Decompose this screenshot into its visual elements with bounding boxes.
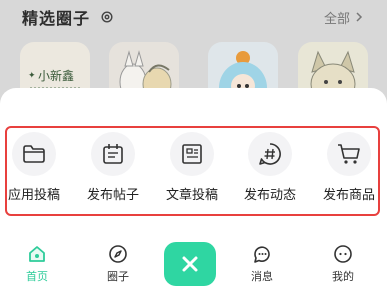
hashtag-icon [259,143,281,165]
action-icon-circle [248,132,292,176]
folder-icon [23,145,45,163]
action-label: 发布商品 [322,188,375,203]
nav-label: 我的 [332,270,354,283]
post-thread-button[interactable]: 发布帖子 [77,130,149,210]
nav-home[interactable]: 首页 [12,244,62,284]
profile-icon [334,245,352,263]
action-icon-circle [12,132,56,176]
nav-label: 消息 [251,270,273,283]
action-icon-circle [170,132,214,176]
home-icon [29,246,45,262]
calendar-icon [103,144,123,164]
action-label: 应用投稿 [7,188,60,203]
section-header: 精选圈子 [22,6,114,28]
section-title: 精选圈子 [22,9,91,28]
see-all-link: 全部 [324,6,365,28]
gear-icon [101,11,113,23]
action-label: 发布帖子 [86,188,139,203]
cart-icon [338,144,360,164]
see-all-label: 全部 [323,11,350,27]
close-icon [182,256,198,272]
close-sheet-button[interactable] [164,242,216,286]
article-icon [182,144,202,164]
chat-icon [254,246,270,263]
nav-label: 首页 [26,270,48,283]
chevron-right-icon [356,12,363,22]
post-product-button[interactable]: 发布商品 [313,130,385,210]
svg-text:小新鑫: 小新鑫 [38,68,74,83]
nav-messages[interactable]: 消息 [237,244,287,284]
action-label: 发布动态 [243,188,296,203]
nav-label: 圈子 [107,270,129,283]
nav-mine[interactable]: 我的 [318,244,368,284]
article-submit-button[interactable]: 文章投稿 [156,130,228,210]
action-icon-circle [91,132,135,176]
action-icon-circle [327,132,371,176]
post-moment-button[interactable]: 发布动态 [234,130,306,210]
action-label: 文章投稿 [165,188,218,203]
nav-circle[interactable]: 圈子 [93,244,143,284]
svg-text:✦: ✦ [28,71,36,81]
app-submit-button[interactable]: 应用投稿 [0,130,70,210]
compass-icon [109,245,127,263]
